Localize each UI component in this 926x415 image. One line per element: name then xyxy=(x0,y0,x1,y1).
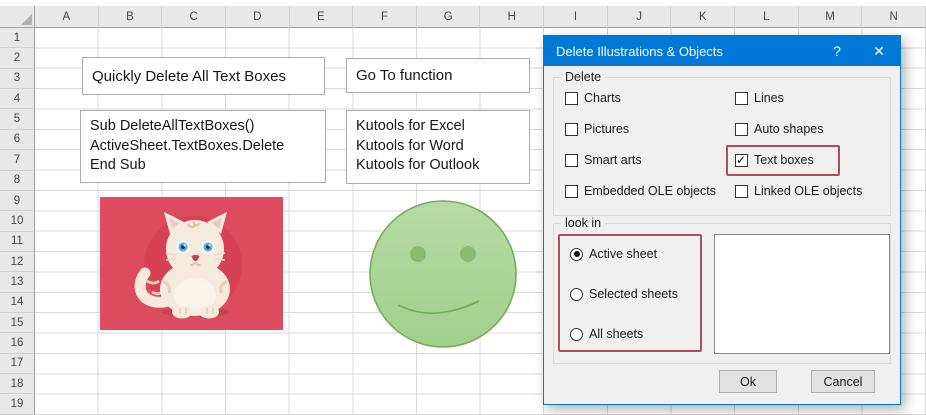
row-header-13[interactable]: 13 xyxy=(0,272,35,293)
cat-image[interactable] xyxy=(100,197,283,330)
dialog-title: Delete Illustrations & Objects xyxy=(556,43,723,59)
row-headers: 1 2 3 4 5 6 7 8 9 10 11 12 13 14 15 16 17 18 19 xyxy=(0,28,35,415)
delete-group-label: Delete xyxy=(561,70,606,84)
row-header-12[interactable]: 12 xyxy=(0,251,35,273)
radio-selected-sheets[interactable]: Selected sheets xyxy=(570,287,678,301)
row-header-4[interactable]: 4 xyxy=(0,89,35,110)
checkbox-box[interactable] xyxy=(565,153,578,167)
column-header-i[interactable]: I xyxy=(544,6,608,28)
radio-label: All sheets xyxy=(589,327,644,341)
column-header-d[interactable]: D xyxy=(225,6,290,28)
row-header-10[interactable]: 10 xyxy=(0,211,35,232)
checkbox-pictures[interactable]: Pictures xyxy=(565,122,629,136)
checkbox-box[interactable] xyxy=(565,91,578,105)
checkbox-box[interactable] xyxy=(735,122,748,136)
textbox-kutools[interactable]: Kutools for Excel Kutools for Word Kutools… xyxy=(346,110,530,184)
checkbox-auto-shapes[interactable]: Auto shapes xyxy=(735,122,824,136)
row-header-19[interactable]: 19 xyxy=(0,394,35,415)
look-in-group: look in Active sheet Selected sheets All s… xyxy=(553,216,891,364)
look-in-group-label: look in xyxy=(561,216,606,230)
radio-all-sheets[interactable]: All sheets xyxy=(570,327,678,341)
radio-label: Active sheet xyxy=(589,247,658,261)
checkbox-linked-ole-objects[interactable]: Linked OLE objects xyxy=(735,184,862,198)
row-header-11[interactable]: 11 xyxy=(0,231,35,252)
checkbox-box[interactable] xyxy=(565,184,578,198)
row-header-14[interactable]: 14 xyxy=(0,292,35,314)
checkbox-label: Smart arts xyxy=(584,153,642,167)
sheet-listbox[interactable] xyxy=(714,234,890,354)
column-header-b[interactable]: B xyxy=(98,6,163,28)
row-header-8[interactable]: 8 xyxy=(0,170,35,191)
row-header-18[interactable]: 18 xyxy=(0,374,35,395)
row-header-17[interactable]: 17 xyxy=(0,353,35,375)
radio-circle[interactable] xyxy=(570,247,583,261)
radio-circle[interactable] xyxy=(570,287,583,301)
select-all-corner[interactable] xyxy=(0,6,35,28)
smiley-face-shape[interactable] xyxy=(368,199,518,349)
delete-group: Delete Charts Lines Pictures Auto shapes Sma… xyxy=(553,70,891,216)
column-header-k[interactable]: K xyxy=(671,6,736,28)
row-header-2[interactable]: 2 xyxy=(0,48,35,69)
checkbox-label: Charts xyxy=(584,91,621,105)
excel-window: ABCDEFGHIJKLMN 1 2 3 4 5 6 7 8 9 10 11 12 13 14 15 16 17… xyxy=(0,0,926,415)
checkbox-box[interactable] xyxy=(735,91,748,105)
row-header-3[interactable]: 3 xyxy=(0,68,35,90)
checkbox-label: Auto shapes xyxy=(754,122,824,136)
checkbox-box[interactable]: ✓ xyxy=(735,152,748,167)
column-header-n[interactable]: N xyxy=(862,6,926,28)
textbox-vba-code[interactable]: Sub DeleteAllTextBoxes() ActiveSheet.Text… xyxy=(80,110,326,183)
checkbox-box[interactable] xyxy=(565,122,578,136)
column-header-c[interactable]: C xyxy=(162,6,226,28)
checkbox-smart-arts[interactable]: Smart arts xyxy=(565,153,642,167)
row-header-9[interactable]: 9 xyxy=(0,190,35,212)
help-icon[interactable]: ? xyxy=(816,36,858,66)
checkbox-embedded-ole-objects[interactable]: Embedded OLE objects xyxy=(565,184,716,198)
column-header-a[interactable]: A xyxy=(35,6,99,28)
column-header-f[interactable]: F xyxy=(353,6,417,28)
row-header-7[interactable]: 7 xyxy=(0,150,35,171)
delete-checkbox-grid: Charts Lines Pictures Auto shapes Smart arts… xyxy=(565,91,884,198)
checkbox-label: Pictures xyxy=(584,122,630,136)
checkbox-box[interactable] xyxy=(735,184,748,198)
column-headers: ABCDEFGHIJKLMN xyxy=(35,6,926,28)
column-header-h[interactable]: H xyxy=(480,6,545,28)
row-header-6[interactable]: 6 xyxy=(0,129,35,151)
column-header-j[interactable]: J xyxy=(607,6,672,28)
radio-label: Selected sheets xyxy=(589,287,678,301)
look-in-radio-list: Active sheet Selected sheets All sheets xyxy=(570,247,678,367)
select-all-triangle-icon xyxy=(21,14,32,25)
checkbox-lines[interactable]: Lines xyxy=(735,91,784,105)
checkbox-charts[interactable]: Charts xyxy=(565,91,621,105)
radio-highlight-annotation: Active sheet Selected sheets All sheets xyxy=(558,234,702,352)
column-header-m[interactable]: M xyxy=(798,6,863,28)
radio-active-sheet[interactable]: Active sheet xyxy=(570,247,678,261)
ok-button[interactable]: Ok xyxy=(719,370,777,393)
checkbox-label: Text boxes xyxy=(754,153,814,167)
checkbox-label: Embedded OLE objects xyxy=(584,184,717,198)
row-header-1[interactable]: 1 xyxy=(0,28,35,49)
row-header-5[interactable]: 5 xyxy=(0,109,35,130)
row-header-16[interactable]: 16 xyxy=(0,333,35,354)
checkbox-text-boxes[interactable]: ✓ Text boxes xyxy=(726,145,840,176)
checkbox-label: Lines xyxy=(754,91,784,105)
column-header-e[interactable]: E xyxy=(289,6,354,28)
column-header-g[interactable]: G xyxy=(416,6,481,28)
delete-illustrations-dialog: Delete Illustrations & Objects ? ✕ Delet… xyxy=(543,35,901,405)
dialog-titlebar[interactable]: Delete Illustrations & Objects ? ✕ xyxy=(544,36,900,66)
radio-circle[interactable] xyxy=(570,327,583,341)
checkmark-icon: ✓ xyxy=(736,152,747,167)
row-header-15[interactable]: 15 xyxy=(0,313,35,334)
textbox-goto[interactable]: Go To function xyxy=(346,58,530,93)
textbox-title[interactable]: Quickly Delete All Text Boxes xyxy=(82,57,325,95)
close-icon[interactable]: ✕ xyxy=(858,36,900,66)
cancel-button[interactable]: Cancel xyxy=(811,370,875,393)
column-header-l[interactable]: L xyxy=(735,6,799,28)
checkbox-label: Linked OLE objects xyxy=(754,184,863,198)
